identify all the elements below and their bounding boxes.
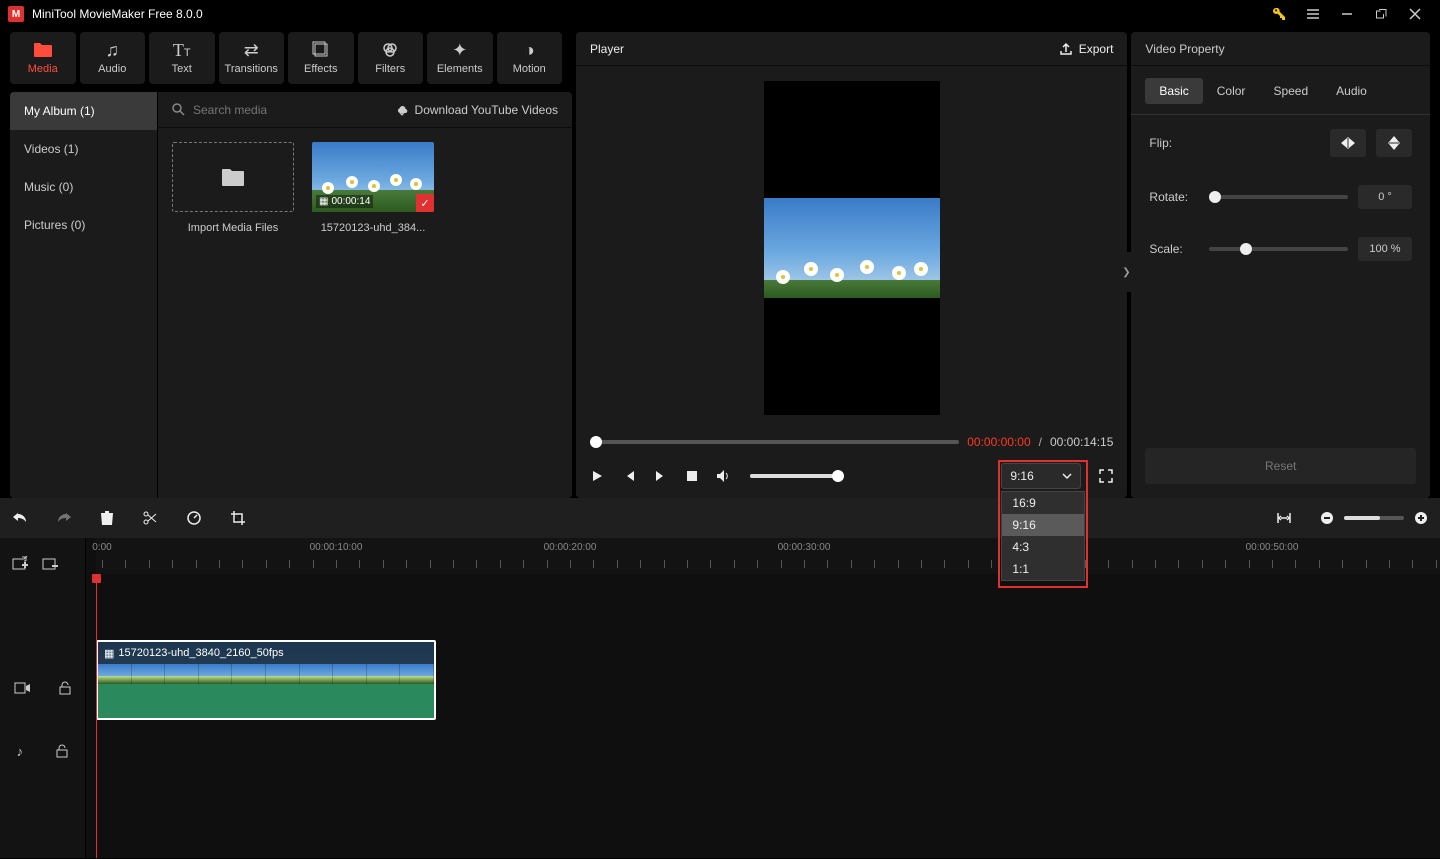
import-media-button[interactable]: Import Media Files (172, 142, 294, 234)
delete-button[interactable] (100, 510, 114, 526)
add-track-button[interactable] (12, 556, 28, 572)
lock-icon[interactable] (56, 744, 68, 758)
motion-icon: ◑ (524, 41, 535, 59)
vip-key-icon[interactable] (1262, 0, 1296, 28)
redo-button[interactable] (56, 511, 72, 525)
menu-icon[interactable] (1296, 0, 1330, 28)
player-panel: Player Export (576, 32, 1127, 498)
next-frame-button[interactable] (654, 469, 668, 483)
speed-button[interactable] (186, 510, 202, 526)
elements-icon: ✦ (452, 41, 467, 59)
clip-duration: ▦ 00:00:14 (316, 195, 373, 208)
remove-track-button[interactable] (42, 556, 58, 572)
tab-effects[interactable]: Effects (288, 32, 354, 84)
library-sidebar: My Album (1) Videos (1) Music (0) Pictur… (10, 92, 158, 498)
check-icon: ✓ (416, 194, 434, 212)
effects-icon (312, 41, 330, 59)
timeline-fit-button[interactable] (1276, 511, 1292, 525)
volume-icon[interactable] (716, 469, 732, 483)
crop-button[interactable] (230, 510, 246, 526)
current-time: 00:00:00:00 (967, 435, 1030, 449)
rotate-slider[interactable] (1209, 195, 1348, 199)
tab-media[interactable]: Media (10, 32, 76, 84)
folder-icon (33, 41, 53, 59)
tab-filters[interactable]: Filters (358, 32, 424, 84)
download-youtube-link[interactable]: Download YouTube Videos (395, 103, 558, 117)
volume-slider[interactable] (750, 474, 840, 478)
properties-title: Video Property (1131, 32, 1430, 66)
search-icon (172, 103, 185, 116)
video-track-icon (14, 681, 30, 695)
media-thumb[interactable]: ▦ 00:00:14 ✓ 15720123-uhd_384... (312, 142, 434, 234)
aspect-option-16-9[interactable]: 16:9 (1002, 492, 1084, 514)
close-button[interactable] (1398, 0, 1432, 28)
aspect-option-9-16[interactable]: 9:16 (1002, 514, 1084, 536)
timeline-clip[interactable]: ▦ 15720123-uhd_3840_2160_50fps (96, 640, 436, 720)
seek-slider[interactable] (590, 440, 959, 444)
aspect-option-4-3[interactable]: 4:3 (1002, 536, 1084, 558)
prop-tab-color[interactable]: Color (1203, 78, 1260, 104)
search-input[interactable] (193, 103, 387, 117)
export-button[interactable]: Export (1059, 42, 1114, 56)
zoom-in-button[interactable] (1414, 511, 1428, 525)
chevron-down-icon (1062, 471, 1072, 481)
undo-button[interactable] (12, 511, 28, 525)
minimize-button[interactable] (1330, 0, 1364, 28)
zoom-slider[interactable] (1344, 516, 1404, 520)
rotate-value: 0 ° (1358, 185, 1412, 209)
stop-button[interactable] (686, 470, 698, 482)
app-logo: M (8, 6, 24, 22)
timeline-ruler[interactable]: 0:0000:00:10:0000:00:20:0000:00:30:0000:… (96, 538, 1440, 574)
sidebar-item-myalbum[interactable]: My Album (1) (10, 92, 157, 130)
prop-tab-audio[interactable]: Audio (1322, 78, 1381, 104)
collapse-panel-button[interactable]: ❯ (1121, 252, 1131, 292)
prop-tab-basic[interactable]: Basic (1145, 78, 1202, 104)
reset-button[interactable]: Reset (1145, 448, 1416, 484)
film-icon: ▦ (104, 647, 114, 660)
scale-value: 100 % (1358, 237, 1412, 261)
sidebar-item-videos[interactable]: Videos (1) (10, 130, 157, 168)
lock-icon[interactable] (59, 681, 71, 695)
prop-tab-speed[interactable]: Speed (1259, 78, 1322, 104)
timeline-panel: 0:0000:00:10:0000:00:20:0000:00:30:0000:… (0, 498, 1440, 858)
music-icon: ♫ (106, 41, 120, 59)
flip-vertical-button[interactable] (1376, 129, 1412, 157)
preview-frame (764, 81, 940, 415)
fullscreen-button[interactable] (1099, 469, 1113, 483)
film-icon: ▦ (319, 196, 328, 207)
aspect-option-1-1[interactable]: 1:1 (1002, 558, 1084, 580)
title-bar: M MiniTool MovieMaker Free 8.0.0 (0, 0, 1440, 28)
player-title: Player (590, 42, 624, 56)
aspect-ratio-dropdown: 16:9 9:16 4:3 1:1 (1001, 491, 1085, 581)
aspect-ratio-select[interactable]: 9:16 (1001, 463, 1081, 489)
filters-icon (381, 41, 399, 59)
tab-text[interactable]: TT Text (149, 32, 215, 84)
total-duration: 00:00:14:15 (1050, 435, 1113, 449)
sidebar-item-pictures[interactable]: Pictures (0) (10, 206, 157, 244)
export-icon (1059, 42, 1073, 56)
top-toolbar: Media ♫ Audio TT Text ⇄ Transitions Effe… (0, 28, 572, 88)
playhead[interactable] (96, 574, 97, 858)
tab-transitions[interactable]: ⇄ Transitions (219, 32, 285, 84)
tab-audio[interactable]: ♫ Audio (80, 32, 146, 84)
play-button[interactable] (590, 469, 604, 483)
text-icon: TT (173, 41, 191, 59)
prev-frame-button[interactable] (622, 469, 636, 483)
app-title: MiniTool MovieMaker Free 8.0.0 (32, 7, 203, 21)
flip-horizontal-button[interactable] (1330, 129, 1366, 157)
transitions-icon: ⇄ (244, 41, 259, 59)
zoom-out-button[interactable] (1320, 511, 1334, 525)
audio-track-icon: ♪ (17, 744, 24, 759)
scale-slider[interactable] (1209, 247, 1348, 251)
tab-motion[interactable]: ◑ Motion (497, 32, 563, 84)
cloud-download-icon (395, 103, 409, 117)
split-button[interactable] (142, 510, 158, 526)
maximize-button[interactable] (1364, 0, 1398, 28)
sidebar-item-music[interactable]: Music (0) (10, 168, 157, 206)
tab-elements[interactable]: ✦ Elements (427, 32, 493, 84)
properties-panel: ❯ Video Property Basic Color Speed Audio… (1131, 32, 1430, 498)
